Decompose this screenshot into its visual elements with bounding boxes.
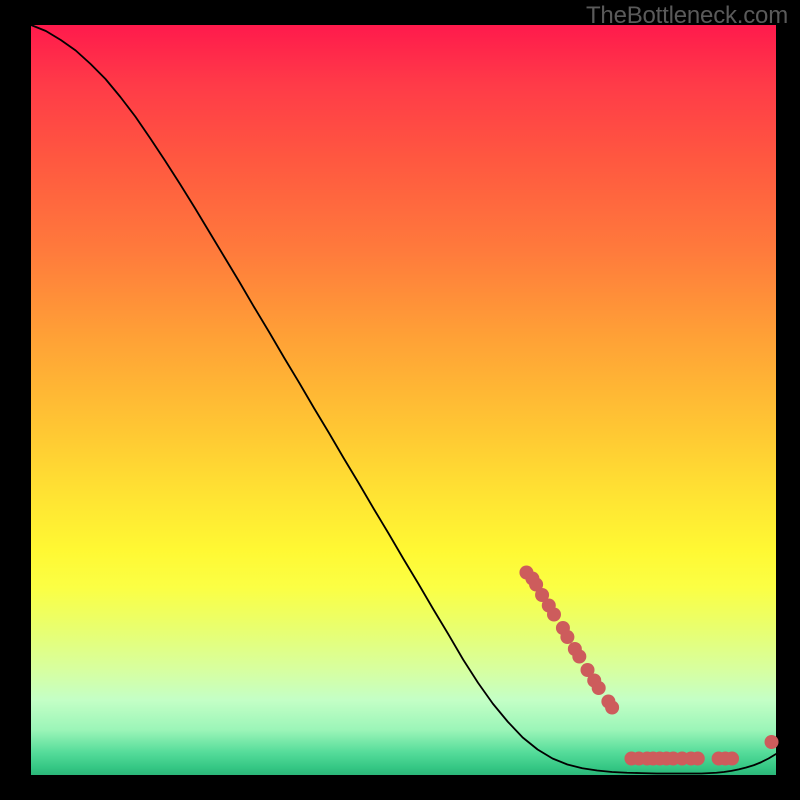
highlight-dot: [572, 650, 586, 664]
chart-frame: TheBottleneck.com: [0, 0, 800, 800]
highlight-dot: [560, 630, 574, 644]
plot-area: [31, 25, 776, 775]
highlight-dots: [519, 566, 778, 766]
highlight-dot: [525, 572, 539, 586]
highlight-dot: [605, 701, 619, 715]
highlight-dot: [765, 735, 779, 749]
highlight-dot: [542, 599, 556, 613]
highlight-dot: [691, 752, 705, 766]
chart-svg: [31, 25, 776, 775]
bottleneck-curve: [31, 25, 776, 774]
highlight-dot: [592, 681, 606, 695]
highlight-dot: [725, 752, 739, 766]
